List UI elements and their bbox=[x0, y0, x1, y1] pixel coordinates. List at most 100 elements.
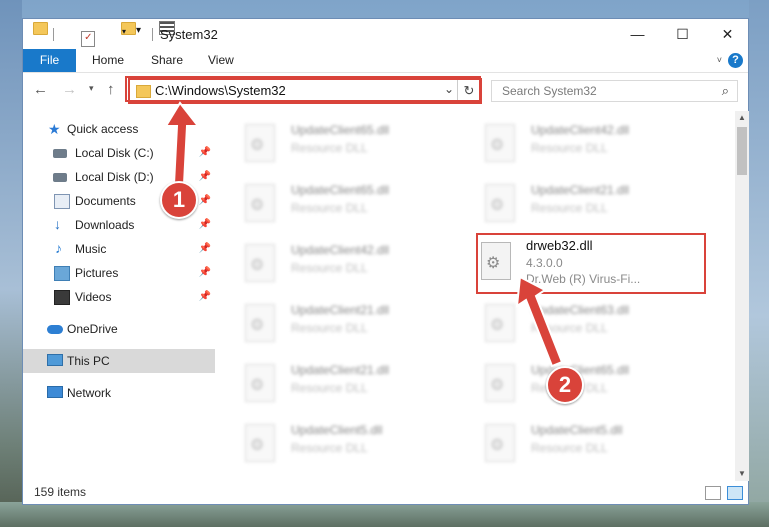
file-type: Resource DLL bbox=[531, 441, 608, 455]
file-name: UpdateClient63.dll bbox=[531, 303, 630, 317]
dll-file-icon bbox=[245, 184, 275, 222]
folder-icon bbox=[33, 22, 48, 35]
download-icon: ↓ bbox=[54, 216, 61, 232]
dll-file-icon bbox=[245, 424, 275, 462]
sidebar-item-quick-access[interactable]: ★ Quick access bbox=[23, 117, 215, 141]
close-button[interactable]: ✕ bbox=[705, 19, 750, 49]
desktop-background-bottom bbox=[0, 502, 769, 527]
computer-icon bbox=[47, 354, 63, 366]
dll-file-icon bbox=[245, 304, 275, 342]
dll-file-icon bbox=[485, 304, 515, 342]
search-input[interactable]: Search System32 ⌕ bbox=[491, 80, 738, 102]
sidebar-item-network[interactable]: Network bbox=[23, 381, 215, 405]
scroll-up-icon[interactable]: ▲ bbox=[735, 111, 749, 125]
list-item[interactable]: UpdateClient5.dll Resource DLL bbox=[475, 419, 695, 471]
documents-icon bbox=[54, 194, 70, 209]
list-item[interactable]: UpdateClient21.dll Resource DLL bbox=[235, 359, 455, 411]
network-icon bbox=[47, 386, 63, 398]
file-name: UpdateClient65.dll bbox=[291, 183, 390, 197]
sidebar-item-onedrive[interactable]: OneDrive bbox=[23, 317, 215, 341]
sidebar-item-label: Pictures bbox=[75, 266, 119, 280]
step-2-marker: 2 bbox=[546, 366, 584, 404]
file-name: UpdateClient21.dll bbox=[531, 183, 630, 197]
sidebar-item-local-disk-c[interactable]: Local Disk (C:) 📌 bbox=[23, 141, 215, 165]
list-item[interactable]: UpdateClient65.dll Resource DLL bbox=[235, 119, 455, 171]
drive-icon bbox=[53, 149, 67, 158]
properties-check-icon[interactable]: ✓ bbox=[81, 31, 96, 47]
search-icon[interactable]: ⌕ bbox=[722, 83, 729, 99]
file-name: UpdateClient5.dll bbox=[531, 423, 623, 437]
sidebar-item-pictures[interactable]: Pictures 📌 bbox=[23, 261, 215, 285]
pin-icon[interactable]: 📌 bbox=[199, 189, 211, 213]
minimize-button[interactable]: — bbox=[615, 19, 660, 49]
step-1-marker: 1 bbox=[160, 181, 198, 219]
window-title: System32 bbox=[160, 27, 218, 42]
details-view-icon[interactable] bbox=[705, 486, 721, 500]
pin-icon[interactable]: 📌 bbox=[199, 165, 211, 189]
customize-toolbar-icon[interactable]: ▾ bbox=[136, 25, 141, 41]
search-placeholder: Search System32 bbox=[502, 84, 597, 98]
sidebar-item-label: Documents bbox=[75, 194, 136, 208]
list-item[interactable]: UpdateClient5.dll Resource DLL bbox=[235, 419, 455, 471]
maximize-button[interactable]: ☐ bbox=[660, 19, 705, 49]
tab-home[interactable]: Home bbox=[92, 49, 124, 72]
list-item[interactable]: UpdateClient65.dll Resource DLL bbox=[475, 359, 695, 411]
list-item[interactable]: UpdateClient21.dll Resource DLL bbox=[475, 179, 695, 231]
tab-share[interactable]: Share bbox=[151, 49, 183, 72]
tab-file[interactable]: File bbox=[23, 49, 76, 72]
sidebar-item-label: Downloads bbox=[75, 218, 135, 232]
help-icon[interactable]: ? bbox=[728, 53, 743, 68]
vertical-scrollbar[interactable]: ▲ ▼ bbox=[735, 111, 749, 481]
file-type: Resource DLL bbox=[531, 201, 608, 215]
dll-file-icon bbox=[485, 364, 515, 402]
list-item[interactable]: UpdateClient42.dll Resource DLL bbox=[235, 239, 455, 291]
file-type: Resource DLL bbox=[291, 141, 368, 155]
pin-icon[interactable]: 📌 bbox=[199, 261, 211, 285]
pin-icon[interactable]: 📌 bbox=[199, 285, 211, 309]
tiles-view-icon[interactable] bbox=[727, 486, 743, 500]
file-name: UpdateClient65.dll bbox=[291, 123, 390, 137]
sidebar-item-label: OneDrive bbox=[67, 322, 118, 336]
pictures-icon bbox=[54, 266, 70, 281]
recent-locations-icon[interactable]: ▾ bbox=[89, 83, 94, 94]
drive-icon bbox=[53, 173, 67, 182]
list-item[interactable]: UpdateClient65.dll Resource DLL bbox=[235, 179, 455, 231]
status-bar: 159 items bbox=[23, 481, 748, 505]
pin-icon[interactable]: 📌 bbox=[199, 141, 211, 165]
file-highlight-box bbox=[476, 233, 706, 294]
file-name: UpdateClient5.dll bbox=[291, 423, 383, 437]
sidebar-item-label: Videos bbox=[75, 290, 112, 304]
file-type: Resource DLL bbox=[291, 441, 368, 455]
file-type: Resource DLL bbox=[531, 141, 608, 155]
scroll-down-icon[interactable]: ▼ bbox=[735, 467, 749, 481]
expand-ribbon-icon[interactable]: ˅ bbox=[717, 55, 722, 65]
sidebar-item-label: Local Disk (C:) bbox=[75, 146, 154, 160]
sidebar-item-label: Network bbox=[67, 386, 112, 400]
list-item[interactable]: UpdateClient63.dll Resource DLL bbox=[475, 299, 695, 351]
sidebar-item-videos[interactable]: Videos 📌 bbox=[23, 285, 215, 309]
music-icon: ♪ bbox=[55, 240, 62, 256]
forward-arrow-icon[interactable]: → bbox=[62, 81, 77, 98]
dll-file-icon bbox=[245, 124, 275, 162]
back-arrow-icon[interactable]: ← bbox=[33, 81, 48, 98]
up-arrow-icon[interactable]: ↑ bbox=[107, 81, 115, 98]
dll-file-icon bbox=[245, 364, 275, 402]
file-type: Resource DLL bbox=[291, 321, 368, 335]
sidebar-item-this-pc[interactable]: This PC bbox=[23, 349, 215, 373]
pin-icon[interactable]: 📌 bbox=[199, 237, 211, 261]
chevron-down-icon[interactable]: ▾ bbox=[122, 27, 126, 43]
dll-file-icon bbox=[245, 244, 275, 282]
sidebar-item-label: This PC bbox=[67, 354, 110, 368]
file-type: Resource DLL bbox=[291, 201, 368, 215]
file-type: Resource DLL bbox=[291, 381, 368, 395]
list-item[interactable]: UpdateClient42.dll Resource DLL bbox=[475, 119, 695, 171]
title-bar: ✓ ▾ ▾ System32 — ☐ ✕ bbox=[23, 19, 748, 49]
pin-icon[interactable]: 📌 bbox=[199, 213, 211, 237]
list-item[interactable]: UpdateClient21.dll Resource DLL bbox=[235, 299, 455, 351]
sidebar-item-music[interactable]: ♪ Music 📌 bbox=[23, 237, 215, 261]
tab-view[interactable]: View bbox=[208, 49, 234, 72]
scroll-thumb[interactable] bbox=[737, 127, 747, 175]
sidebar-item-label: Quick access bbox=[67, 122, 139, 136]
sidebar-item-label: Music bbox=[75, 242, 107, 256]
divider bbox=[53, 28, 54, 41]
